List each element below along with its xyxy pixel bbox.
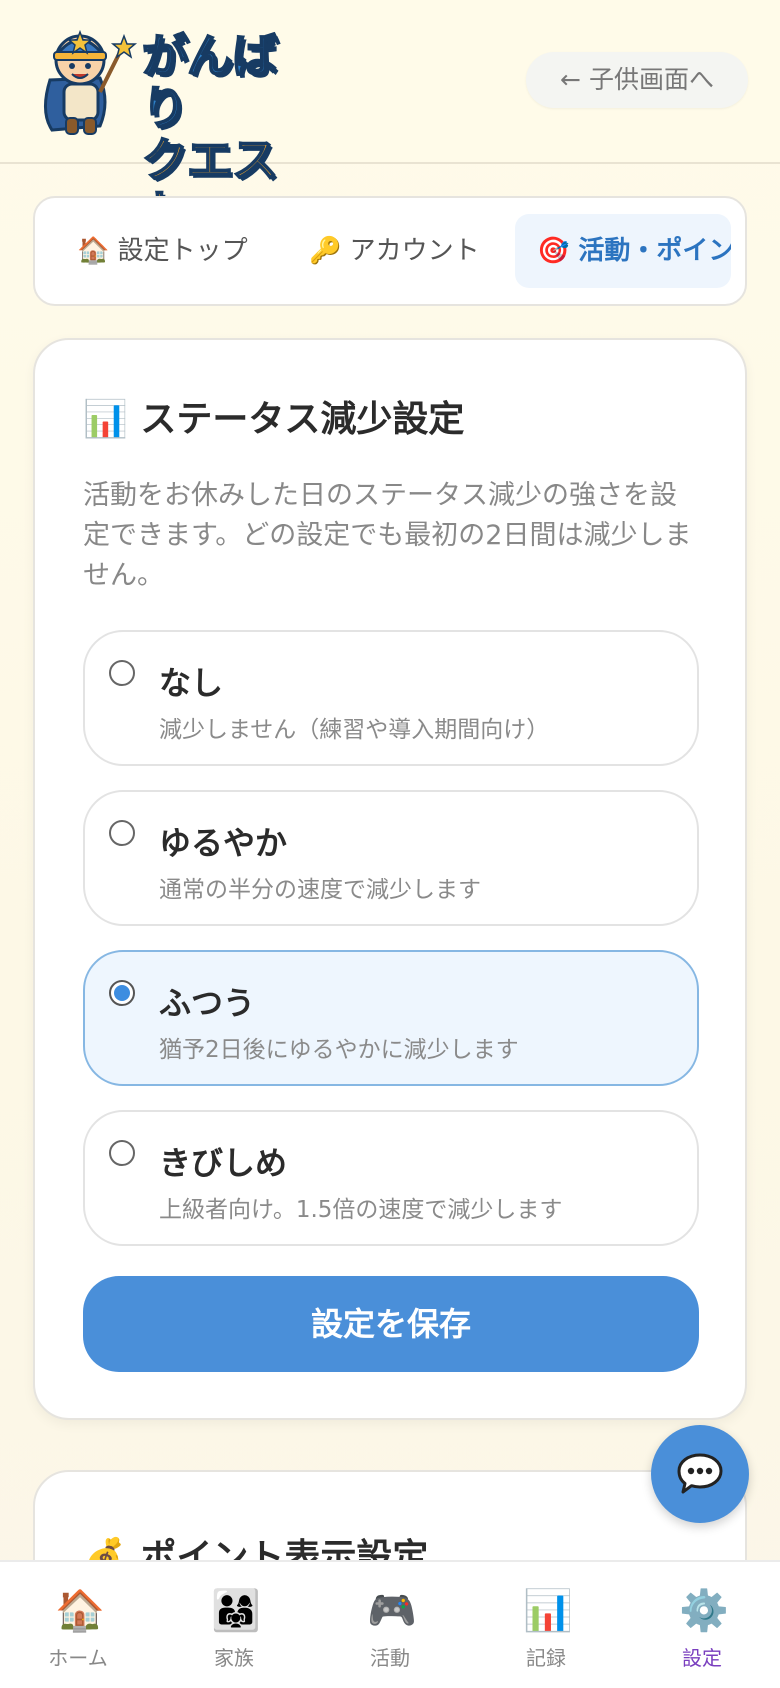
app-logo[interactable]: がんばり クエスト	[30, 22, 320, 239]
logo-line-1: がんばり	[141, 29, 279, 135]
radio-normal[interactable]	[109, 980, 135, 1006]
app-header: がんばり クエスト ← 子供画面へ	[0, 0, 780, 239]
gear-icon: ⚙️	[679, 1588, 729, 1634]
option-strict[interactable]: きびしめ 上級者向け。1.5倍の速度で減少します	[83, 1110, 699, 1246]
save-settings-button[interactable]: 設定を保存	[83, 1276, 699, 1372]
option-name: きびしめ	[159, 1144, 288, 1182]
nav-settings[interactable]: ⚙️ 設定	[624, 1562, 780, 1688]
house-icon: 🏠	[55, 1588, 105, 1634]
hero-mascot-icon	[44, 29, 138, 135]
nav-home[interactable]: 🏠 ホーム	[0, 1562, 156, 1688]
radio-strict[interactable]	[109, 1140, 135, 1166]
option-desc: 猶予2日後にゆるやかに減少します	[159, 1037, 519, 1063]
nav-family[interactable]: 👨‍👩‍👧 家族	[156, 1562, 312, 1688]
tab-account[interactable]: 🔑 アカウント	[287, 214, 502, 288]
speech-bubble-icon	[677, 1453, 723, 1494]
option-desc: 通常の半分の速度で減少します	[159, 877, 481, 903]
option-desc: 減少しません（練習や導入期間向け）	[159, 717, 550, 743]
radio-gentle[interactable]	[109, 820, 135, 846]
option-name: なし	[159, 664, 224, 702]
tab-activity-points[interactable]: 🎯 活動・ポイント	[515, 214, 731, 288]
option-none[interactable]: なし 減少しません（練習や導入期間向け）	[83, 630, 699, 766]
option-gentle[interactable]: ゆるやか 通常の半分の速度で減少します	[83, 790, 699, 926]
status-decrease-title: 📊 ステータス減少設定	[83, 399, 465, 440]
status-decrease-description: 活動をお休みした日のステータス減少の強さを設定できます。どの設定でも最初の2日間…	[83, 480, 692, 591]
game-controller-icon: 🎮	[367, 1588, 417, 1634]
option-normal[interactable]: ふつう 猶予2日後にゆるやかに減少します	[83, 950, 699, 1086]
settings-tabs: 🏠 設定トップ 🔑 アカウント 🎯 活動・ポイント	[33, 196, 747, 306]
option-desc: 上級者向け。1.5倍の速度で減少します	[159, 1197, 563, 1223]
option-name: ゆるやか	[159, 824, 288, 862]
status-decrease-card: 📊 ステータス減少設定 活動をお休みした日のステータス減少の強さを設定できます。…	[33, 338, 747, 1420]
nav-label: 家族	[214, 1646, 254, 1670]
bar-chart-icon: 📊	[523, 1588, 573, 1634]
nav-label: 記録	[526, 1646, 566, 1670]
family-icon: 👨‍👩‍👧	[211, 1588, 261, 1634]
nav-activity[interactable]: 🎮 活動	[312, 1562, 468, 1688]
option-name: ふつう	[159, 984, 256, 1022]
radio-none[interactable]	[109, 660, 135, 686]
nav-records[interactable]: 📊 記録	[468, 1562, 624, 1688]
nav-label: ホーム	[48, 1646, 108, 1670]
tab-settings-top[interactable]: 🏠 設定トップ	[55, 214, 270, 288]
nav-label: 設定	[682, 1646, 722, 1670]
chat-button[interactable]	[651, 1425, 749, 1523]
nav-label: 活動	[370, 1646, 410, 1670]
back-to-child-screen-button[interactable]: ← 子供画面へ	[526, 52, 748, 108]
bottom-navigation: 🏠 ホーム 👨‍👩‍👧 家族 🎮 活動 📊 記録 ⚙️ 設定	[0, 1560, 780, 1688]
